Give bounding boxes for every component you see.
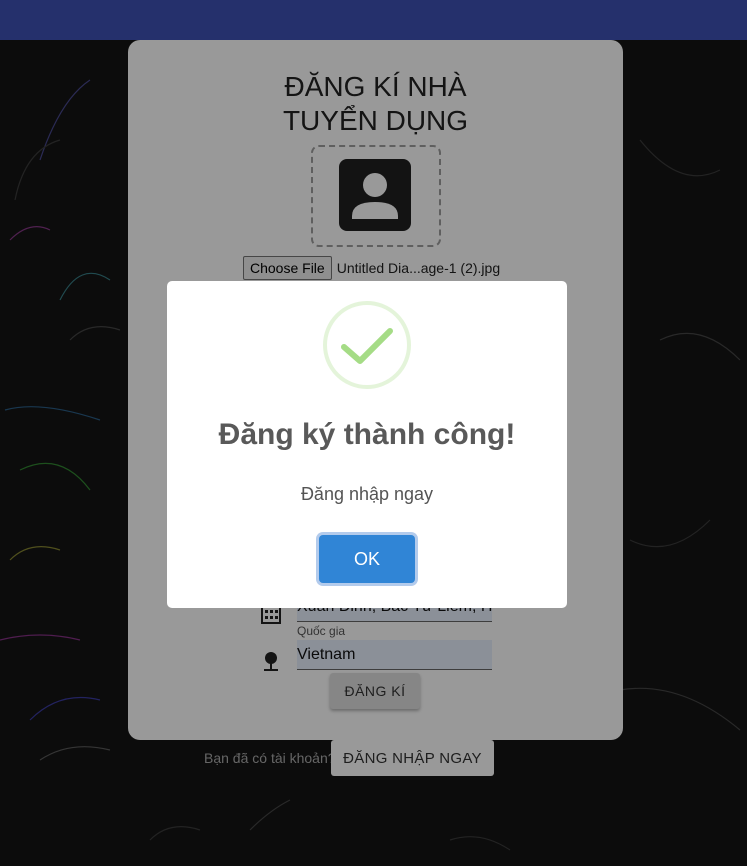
dialog-title: Đăng ký thành công! (218, 418, 516, 451)
ok-button[interactable]: OK (319, 535, 415, 583)
dialog-message: Đăng nhập ngay (300, 484, 434, 504)
success-check-icon (323, 301, 411, 389)
success-dialog: Đăng ký thành công! Đăng nhập ngay OK (167, 281, 567, 608)
